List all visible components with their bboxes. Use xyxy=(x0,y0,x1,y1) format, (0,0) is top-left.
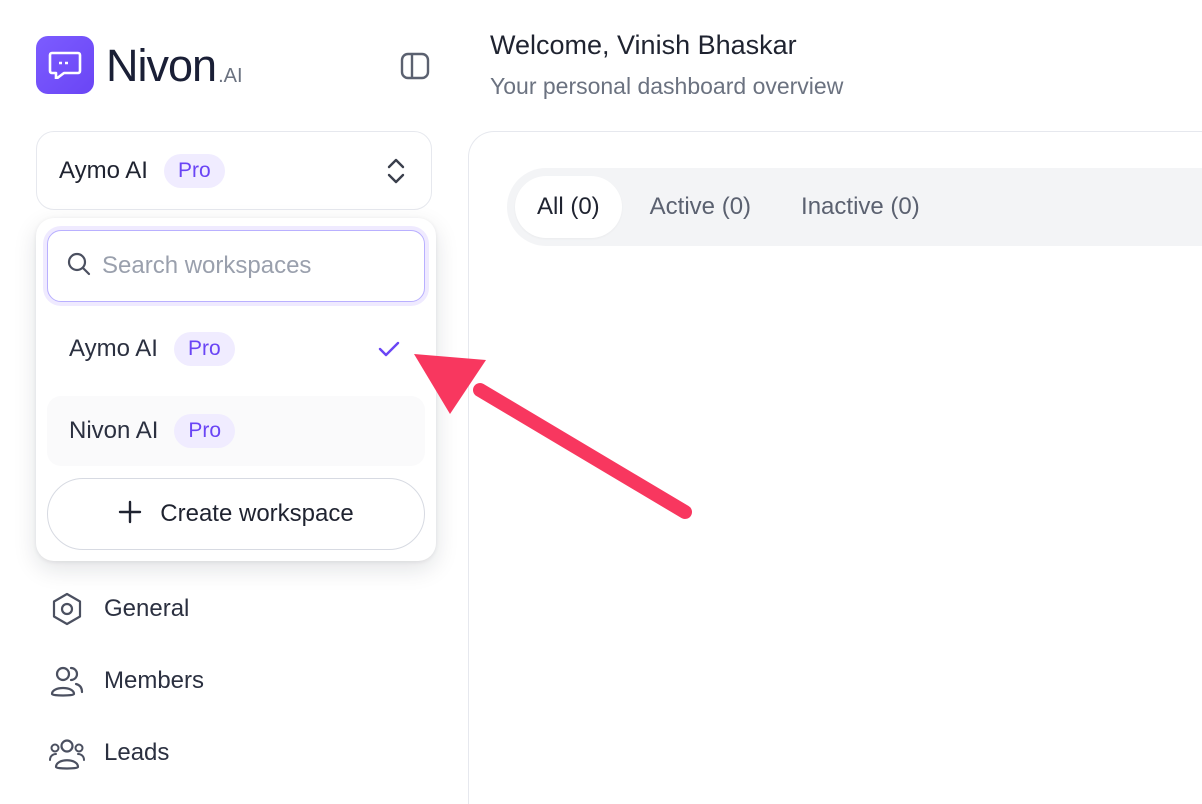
tab-all[interactable]: All (0) xyxy=(515,176,622,238)
search-icon xyxy=(66,251,92,282)
tab-active[interactable]: Active (0) xyxy=(628,176,773,238)
main-panel: All (0) Active (0) Inactive (0) xyxy=(468,131,1202,804)
plan-badge: Pro xyxy=(173,332,235,366)
hexagon-settings-icon xyxy=(48,590,86,628)
create-workspace-label: Create workspace xyxy=(160,500,354,527)
check-icon xyxy=(375,335,403,363)
sidebar-toggle-icon xyxy=(400,52,430,80)
sidebar-nav: General Members Leads xyxy=(48,585,204,801)
chevron-up-down-icon xyxy=(383,156,409,186)
tab-inactive[interactable]: Inactive (0) xyxy=(779,176,942,238)
sidebar: Nivon .AI Aymo AI Pro Search workspaces … xyxy=(0,0,468,804)
filter-tabs: All (0) Active (0) Inactive (0) xyxy=(507,168,1202,246)
sidebar-item-label: Leads xyxy=(104,739,170,766)
sidebar-item-leads[interactable]: Leads xyxy=(48,729,204,777)
page-subtitle: Your personal dashboard overview xyxy=(490,73,844,99)
current-workspace-name: Aymo AI xyxy=(59,156,148,184)
sidebar-item-members[interactable]: Members xyxy=(48,657,204,705)
brand-suffix: .AI xyxy=(218,65,243,87)
sidebar-item-label: Members xyxy=(104,667,205,694)
brand-logo[interactable]: Nivon .AI xyxy=(36,36,243,94)
chat-bubble-logo-icon xyxy=(36,36,94,94)
workspace-option-name: Aymo AI xyxy=(69,335,158,362)
page-title: Welcome, Vinish Bhaskar xyxy=(490,30,797,60)
sidebar-item-label: General xyxy=(104,595,190,622)
search-box[interactable] xyxy=(47,230,425,302)
brand-name: Nivon xyxy=(106,39,217,91)
workspace-option[interactable]: Nivon AI Pro xyxy=(47,396,425,466)
users-icon xyxy=(48,662,86,700)
sidebar-item-general[interactable]: General xyxy=(48,585,204,633)
plan-badge: Pro xyxy=(163,153,225,188)
leads-icon xyxy=(48,734,86,772)
workspace-option-name: Nivon AI xyxy=(69,417,159,444)
workspace-option[interactable]: Aymo AI Pro xyxy=(47,314,425,384)
search-workspaces-input[interactable] xyxy=(102,252,392,280)
create-workspace-button[interactable]: Create workspace xyxy=(47,478,425,550)
workspace-switcher[interactable]: Aymo AI Pro xyxy=(36,131,432,210)
sidebar-toggle-button[interactable] xyxy=(399,50,431,82)
plan-badge: Pro xyxy=(174,414,236,448)
app-page: Nivon .AI Aymo AI Pro Search workspaces … xyxy=(0,0,1202,804)
plus-icon xyxy=(118,500,142,529)
workspace-dropdown: Aymo AI Pro Nivon AI Pro xyxy=(36,218,436,561)
page-header: Welcome, Vinish Bhaskar Your personal da… xyxy=(490,30,843,100)
